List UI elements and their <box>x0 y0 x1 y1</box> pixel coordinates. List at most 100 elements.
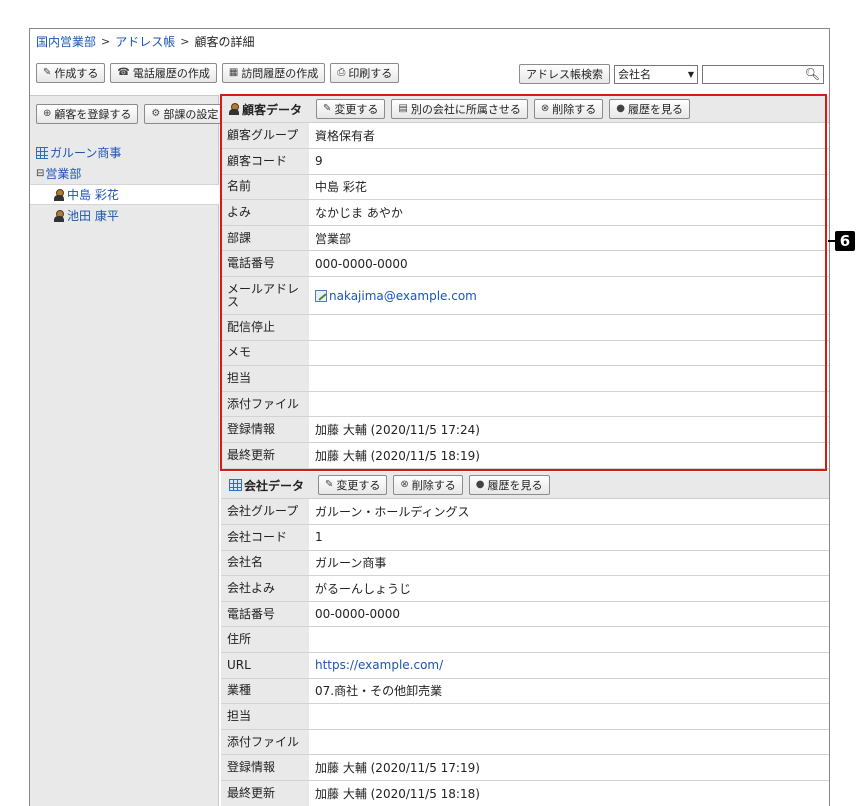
tree-item-company[interactable]: ガルーン商事 <box>36 142 219 163</box>
company-history-label: 履歴を見る <box>487 479 543 492</box>
print-label: 印刷する <box>348 67 393 80</box>
field-value: 9 <box>309 148 829 175</box>
field-value: 営業部 <box>309 225 829 252</box>
phone-history-button[interactable]: ☎ 電話履歴の作成 <box>110 63 217 83</box>
customer-edit-label: 変更する <box>334 103 379 116</box>
history-icon: ● <box>475 479 485 490</box>
company-url-link[interactable]: https://example.com/ <box>315 658 443 672</box>
field-label: 配信停止 <box>221 314 309 341</box>
email-link[interactable]: nakajima@example.com <box>329 289 477 303</box>
customer-edit-button[interactable]: ✎ 変更する <box>316 99 386 119</box>
department-settings-button[interactable]: ⚙ 部課の設定 <box>144 104 226 124</box>
person-icon <box>54 209 64 222</box>
tree-item-department[interactable]: ⊟ 営業部 <box>36 163 219 184</box>
tree-item-company-label: ガルーン商事 <box>50 146 122 160</box>
create-button[interactable]: ✎ 作成する <box>36 63 106 83</box>
annotation-badge: 6 <box>835 231 855 251</box>
field-label: 顧客グループ <box>221 123 309 150</box>
breadcrumb-link-department[interactable]: 国内営業部 <box>36 33 96 50</box>
field-label: 顧客コード <box>221 148 309 175</box>
field-label: よみ <box>221 199 309 226</box>
phone-history-label: 電話履歴の作成 <box>132 67 210 80</box>
company-fields-table: 会社グループ ガルーン・ホールディングス 会社コード 1 会社名 ガルーン商事 会社よ… <box>221 499 829 806</box>
field-value: 加藤 大輔 (2020/11/5 18:19) <box>309 442 829 469</box>
company-edit-button[interactable]: ✎ 変更する <box>318 475 388 495</box>
customer-delete-button[interactable]: ⊗ 削除する <box>533 99 604 119</box>
company-history-button[interactable]: ● 履歴を見る <box>468 475 550 495</box>
breadcrumb-separator-icon: > <box>180 34 190 48</box>
table-row: メモ <box>221 340 829 367</box>
visit-history-button[interactable]: ▦ 訪問履歴の作成 <box>221 63 326 83</box>
company-panel-title: 会社データ <box>229 477 304 494</box>
customer-history-label: 履歴を見る <box>627 103 683 116</box>
tree-item-person[interactable]: 中島 彩花 <box>30 184 219 205</box>
field-label: 最終更新 <box>221 442 309 469</box>
customer-tree: ガルーン商事 ⊟ 営業部 中島 彩花 池田 康平 <box>30 142 219 226</box>
person-icon <box>54 188 64 201</box>
printer-icon: ⎙ <box>337 67 346 78</box>
search-field-select[interactable]: 会社名 ▼ <box>614 64 698 84</box>
customer-panel-title-text: 顧客データ <box>242 102 303 117</box>
collapse-icon[interactable]: ⊟ <box>36 168 44 179</box>
company-data-panel: 会社データ ✎ 変更する ⊗ 削除する ● 履歴を見る 会社グループ ガルーン・ホ… <box>221 472 829 806</box>
breadcrumb-current: 顧客の詳細 <box>194 34 255 49</box>
field-label: 担当 <box>221 365 309 392</box>
customer-move-company-label: 別の会社に所属させる <box>410 103 521 116</box>
address-book-search-button[interactable]: アドレス帳検索 <box>519 64 610 84</box>
edit-icon: ✎ <box>323 103 332 114</box>
company-delete-label: 削除する <box>411 479 456 492</box>
search-bar: アドレス帳検索 会社名 ▼ 🔍︎ <box>519 63 824 85</box>
field-label: 会社よみ <box>221 575 309 602</box>
search-field-select-value: 会社名 <box>618 68 651 81</box>
field-value: nakajima@example.com <box>309 276 829 316</box>
field-value: 加藤 大輔 (2020/11/5 17:19) <box>309 754 829 782</box>
customer-panel-title: 顧客データ <box>229 101 302 118</box>
search-icon[interactable]: 🔍︎ <box>805 67 820 81</box>
customer-history-button[interactable]: ● 履歴を見る <box>609 99 690 119</box>
gear-icon: ⚙ <box>151 108 161 119</box>
edit-icon: ✎ <box>325 479 334 490</box>
tree-item-person[interactable]: 池田 康平 <box>36 205 219 226</box>
field-label: 登録情報 <box>221 754 309 782</box>
plus-circle-icon: ⊕ <box>43 108 52 119</box>
table-row: 登録情報 加藤 大輔 (2020/11/5 17:24) <box>221 416 829 444</box>
customer-delete-label: 削除する <box>552 103 597 116</box>
delete-icon: ⊗ <box>540 103 550 114</box>
field-label: 最終更新 <box>221 780 309 806</box>
field-label: 電話番号 <box>221 601 309 628</box>
move-icon: ▤ <box>398 103 408 114</box>
table-row: よみ なかじま あやか <box>221 199 829 226</box>
field-label: 会社コード <box>221 524 309 551</box>
company-panel-header: 会社データ ✎ 変更する ⊗ 削除する ● 履歴を見る <box>221 472 829 499</box>
table-row: 部課 営業部 <box>221 225 829 252</box>
field-label: 添付ファイル <box>221 391 309 418</box>
breadcrumb-link-address-book[interactable]: アドレス帳 <box>115 33 175 50</box>
table-row: 登録情報 加藤 大輔 (2020/11/5 17:19) <box>221 754 829 782</box>
field-value: 07.商社・その他卸売業 <box>309 678 829 705</box>
field-value: なかじま あやか <box>309 199 829 226</box>
company-icon <box>229 479 242 491</box>
field-label: 会社グループ <box>221 499 309 526</box>
field-value: 1 <box>309 524 829 551</box>
field-label: URL <box>221 652 309 679</box>
company-panel-title-text: 会社データ <box>244 478 305 493</box>
company-delete-button[interactable]: ⊗ 削除する <box>393 475 463 495</box>
field-label: 名前 <box>221 174 309 201</box>
tree-item-person-label: 池田 康平 <box>67 209 119 223</box>
table-row: 添付ファイル <box>221 391 829 418</box>
chevron-down-icon: ▼ <box>687 69 694 79</box>
print-button[interactable]: ⎙ 印刷する <box>330 63 400 83</box>
field-label: メモ <box>221 340 309 367</box>
customer-data-panel: 顧客データ ✎ 変更する ▤ 別の会社に所属させる ⊗ 削除する ● 履歴を見る… <box>221 96 829 469</box>
company-icon <box>36 146 48 159</box>
field-value <box>309 314 829 341</box>
search-input[interactable]: 🔍︎ <box>702 64 824 84</box>
table-row: 会社名 ガルーン商事 <box>221 550 829 577</box>
register-customer-button[interactable]: ⊕ 顧客を登録する <box>36 104 139 124</box>
customer-move-company-button[interactable]: ▤ 別の会社に所属させる <box>391 99 528 119</box>
table-row: URL https://example.com/ <box>221 652 829 679</box>
field-label: 会社名 <box>221 550 309 577</box>
field-value <box>309 703 829 730</box>
person-icon <box>229 103 239 115</box>
table-row: 電話番号 000-0000-0000 <box>221 250 829 278</box>
